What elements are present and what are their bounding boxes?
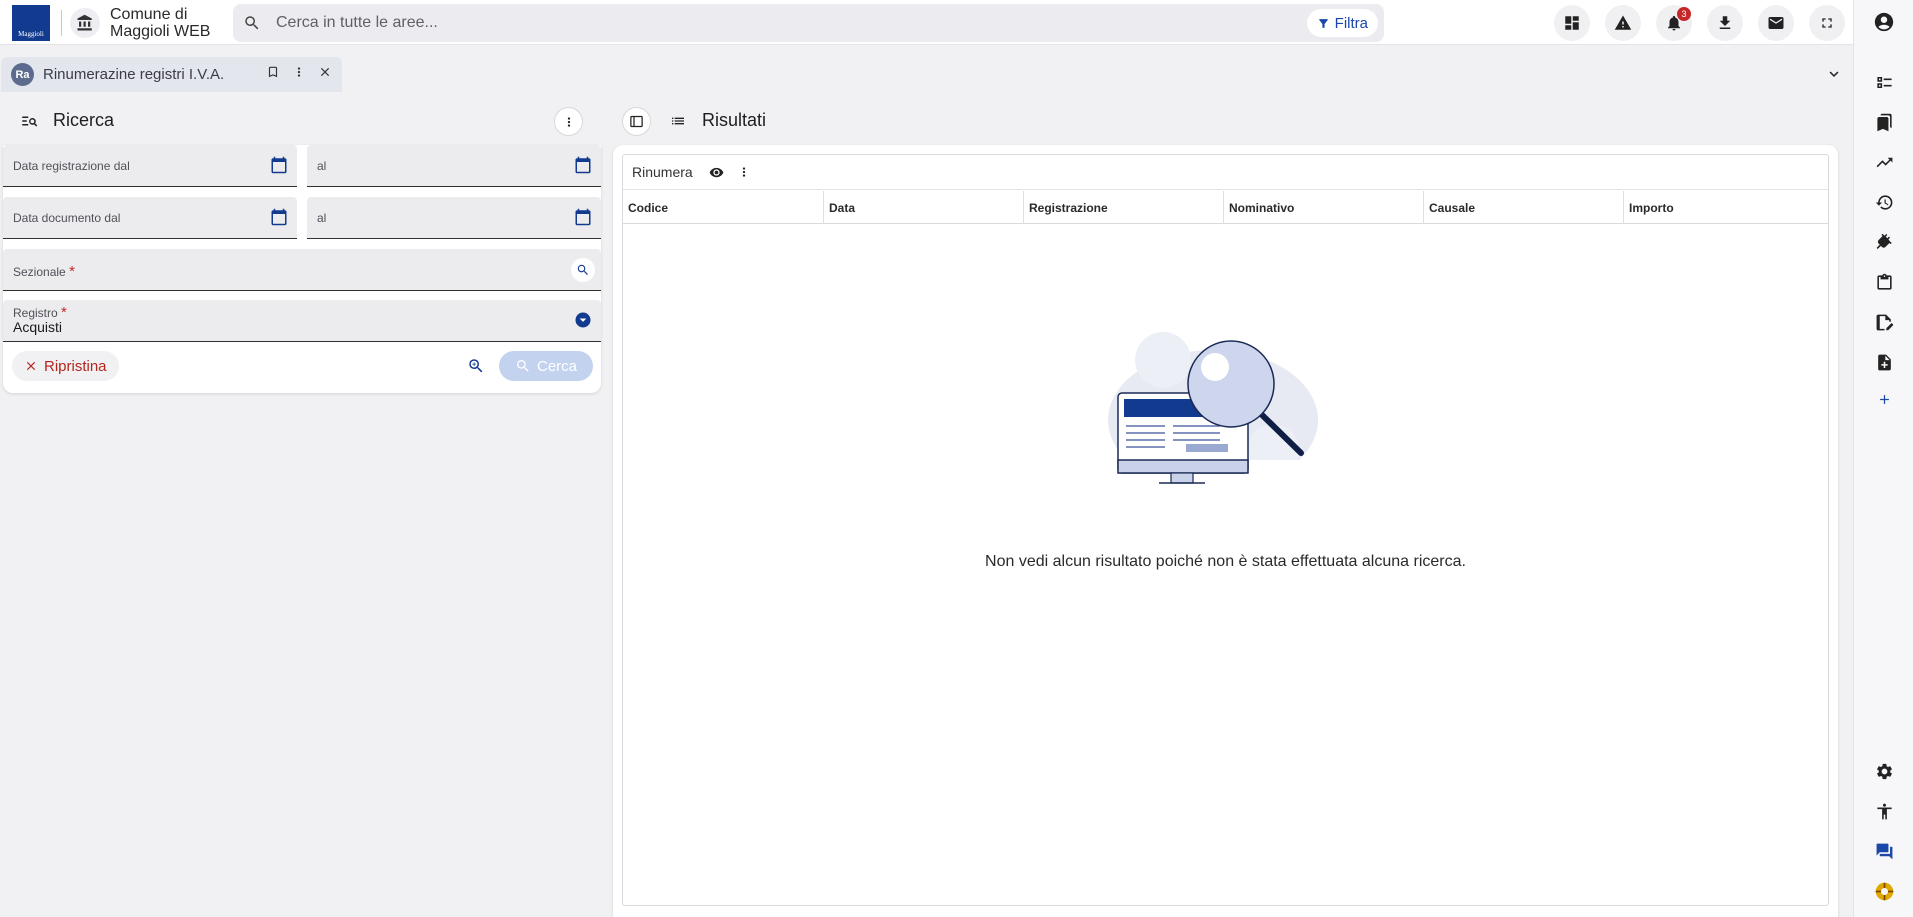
municipality-icon[interactable]: [70, 8, 100, 38]
toggle-panel-button[interactable]: [622, 107, 651, 136]
column-header-causale[interactable]: Causale: [1424, 191, 1624, 224]
tab-strip: Ra Rinumerazine registri I.V.A.: [0, 57, 1853, 92]
results-grid: Rinumera Codice Data Registrazione Nomin…: [622, 154, 1829, 906]
zoom-in-icon: [469, 359, 483, 373]
column-header-registrazione[interactable]: Registrazione: [1024, 191, 1224, 224]
filter-label: Filtra: [1334, 14, 1368, 32]
search-panel-header: Ricerca: [0, 104, 600, 138]
more-vert-icon[interactable]: [292, 65, 306, 84]
add-icon[interactable]: [1872, 387, 1896, 411]
maggioli-logo[interactable]: Maggioli: [12, 5, 50, 41]
empty-state-message: Non vedi alcun risultato poiché non è st…: [985, 553, 1466, 570]
data-documento-dal-field[interactable]: Data documento dal: [3, 197, 297, 239]
search-list-icon: [19, 112, 39, 135]
global-search: Filtra: [233, 4, 1384, 42]
dropdown-icon[interactable]: [574, 311, 592, 334]
close-icon[interactable]: [318, 65, 332, 84]
ripristina-button[interactable]: Ripristina: [12, 351, 119, 381]
more-vert-icon: [567, 116, 570, 127]
results-title: Risultati: [702, 110, 767, 130]
column-header-importo[interactable]: Importo: [1624, 191, 1828, 224]
checklist-icon[interactable]: [1872, 70, 1896, 94]
column-header-codice[interactable]: Codice: [623, 191, 824, 224]
empty-state-illustration: [1093, 320, 1343, 495]
registro-value: Acquisti: [13, 319, 63, 335]
grid-toolbar: Rinumera: [623, 155, 1828, 190]
visibility-icon[interactable]: [709, 165, 724, 185]
cerca-button[interactable]: Cerca: [499, 351, 593, 381]
top-actions: 3: [1554, 5, 1845, 41]
search-form: Data registrazione dal al Data documento…: [3, 145, 601, 393]
close-icon: [26, 361, 36, 371]
download-icon[interactable]: [1707, 5, 1743, 41]
right-rail: [1853, 0, 1913, 917]
required-mark: *: [69, 263, 75, 280]
panel-title: Ricerca: [53, 110, 115, 130]
top-bar: Maggioli Comune di Maggioli WEB Filtra 3: [0, 0, 1853, 45]
data-registrazione-dal-field[interactable]: Data registrazione dal: [3, 145, 297, 187]
search-icon: [516, 360, 529, 372]
grid-header: Codice Data Registrazione Nominativo Cau…: [623, 191, 1828, 224]
panel-more-button[interactable]: [554, 107, 583, 136]
filter-button[interactable]: Filtra: [1306, 9, 1378, 37]
bookmark-icon[interactable]: [266, 65, 280, 84]
chat-icon[interactable]: [1872, 839, 1896, 863]
search-icon: [243, 14, 261, 37]
calendar-icon[interactable]: [270, 156, 288, 179]
mail-icon[interactable]: [1758, 5, 1794, 41]
bell-icon[interactable]: 3: [1656, 5, 1692, 41]
filter-icon: [1318, 18, 1328, 28]
edit-document-icon[interactable]: [1872, 310, 1896, 334]
settings-icon[interactable]: [1872, 759, 1896, 783]
account-icon[interactable]: [1872, 10, 1896, 34]
chevron-down-icon[interactable]: [1825, 65, 1843, 88]
data-registrazione-al-field[interactable]: al: [307, 145, 601, 187]
warning-icon[interactable]: [1605, 5, 1641, 41]
divider: [61, 10, 62, 36]
tab-actions: [266, 65, 332, 84]
organization-name: Comune di Maggioli WEB: [110, 6, 211, 40]
support-icon[interactable]: [1872, 879, 1896, 903]
column-header-nominativo[interactable]: Nominativo: [1224, 191, 1424, 224]
calendar-icon[interactable]: [574, 208, 592, 231]
data-documento-al-field[interactable]: al: [307, 197, 601, 239]
fullscreen-icon[interactable]: [1809, 5, 1845, 41]
tab-rinumerazione[interactable]: Ra Rinumerazine registri I.V.A.: [1, 57, 342, 92]
search-input[interactable]: [276, 4, 1256, 42]
add-document-icon[interactable]: [1872, 350, 1896, 374]
advanced-search-button[interactable]: [461, 351, 491, 381]
trending-icon[interactable]: [1872, 150, 1896, 174]
registro-select[interactable]: Registro * Acquisti: [3, 300, 601, 342]
tab-avatar: Ra: [11, 63, 34, 86]
results-card: Rinumera Codice Data Registrazione Nomin…: [613, 145, 1838, 917]
plugin-icon[interactable]: [1872, 230, 1896, 254]
sezionale-field[interactable]: Sezionale *: [3, 249, 601, 291]
side-panel-icon: [630, 115, 643, 128]
bookmarks-icon[interactable]: [1872, 110, 1896, 134]
results-header: Risultati: [617, 104, 1837, 138]
search-icon[interactable]: [571, 258, 595, 282]
clipboard-icon[interactable]: [1872, 270, 1896, 294]
more-vert-icon[interactable]: [737, 165, 751, 184]
calendar-icon[interactable]: [270, 208, 288, 231]
accessibility-icon[interactable]: [1872, 799, 1896, 823]
history-icon[interactable]: [1872, 190, 1896, 214]
dashboard-icon[interactable]: [1554, 5, 1590, 41]
rinumera-action[interactable]: Rinumera: [632, 164, 693, 180]
tab-title: Rinumerazine registri I.V.A.: [43, 66, 225, 83]
list-icon: [669, 113, 687, 134]
notification-badge: 3: [1677, 7, 1691, 21]
calendar-icon[interactable]: [574, 156, 592, 179]
column-header-data[interactable]: Data: [824, 191, 1024, 224]
